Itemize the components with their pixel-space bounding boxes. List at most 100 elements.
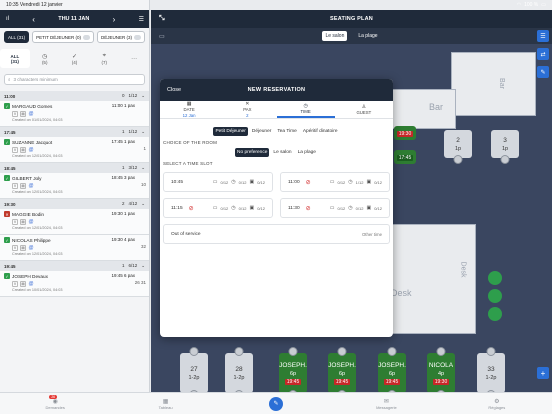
table-27[interactable]: 27 1-2p bbox=[180, 347, 208, 392]
service-aperitif[interactable]: Apéritif dinatoire bbox=[301, 127, 340, 136]
list-item[interactable]: ✓ MARGAUD Gomes 11:00 1 pax V ▤ @ Created o… bbox=[0, 101, 149, 127]
plant-icon bbox=[488, 271, 502, 285]
new-reservation-modal: Close NEW RESERVATION ▦ DATE 12 Jan ✕ PA… bbox=[160, 79, 393, 337]
nav-center[interactable]: ✎ bbox=[221, 396, 331, 411]
seat-icon bbox=[234, 347, 244, 356]
list-item[interactable]: ✕ MAGGIE Bodin 19:30 1 pax V ▤ @ Created on… bbox=[0, 209, 149, 235]
table-33[interactable]: 33 1-2p bbox=[477, 347, 505, 392]
nav-tableau[interactable]: ▦ Tableau bbox=[110, 398, 220, 410]
status-check-icon[interactable]: ✓ bbox=[4, 175, 10, 181]
clock-icon: ◷ bbox=[348, 179, 353, 185]
room-no-preference[interactable]: No preference bbox=[235, 148, 270, 157]
expand-icon[interactable]: ⤡ bbox=[159, 15, 165, 23]
room-le-salon[interactable]: Le salon bbox=[271, 148, 293, 157]
tab-le-salon[interactable]: Le salon bbox=[322, 31, 348, 41]
filter-arrived[interactable]: ⌖ (7) bbox=[89, 49, 119, 68]
close-button[interactable]: Close bbox=[167, 87, 181, 93]
plant-icon bbox=[488, 307, 502, 321]
time-slot[interactable]: 11:30 ⊘ ▭ 0/12 ◷ 0/12 ▣ 0/12 bbox=[280, 198, 390, 218]
status-check-icon[interactable]: ✓ bbox=[4, 139, 10, 145]
plant-icon bbox=[488, 289, 502, 303]
step-date[interactable]: ▦ DATE 12 Jan bbox=[160, 101, 218, 118]
list-item[interactable]: ✓ JOSEPH Devaux 19:45 6 pax 26 31 V ▤ @ Cre… bbox=[0, 271, 149, 297]
step-guest[interactable]: ♙ GUEST bbox=[335, 101, 393, 118]
edit-icon[interactable]: ✎ bbox=[537, 66, 549, 78]
list-item[interactable]: ✓ SUZANNE Jacquot 17:45 1 pax 1 V ▤ @ Creat… bbox=[0, 137, 149, 163]
list-item[interactable]: ✓ NICOLAS Philippe 19:30 4 pax 32 V ▤ @ Cre… bbox=[0, 235, 149, 261]
time-slot[interactable]: 11:00 ⊘ ▭ 0/12 ◷ 1/12 ▣ 0/12 bbox=[280, 172, 390, 192]
prev-day-button[interactable]: ‹ bbox=[32, 15, 35, 24]
time-group-header[interactable]: 19:30 2 4/12 ⌄ bbox=[0, 199, 149, 209]
seat-icon: ▣ bbox=[366, 205, 372, 211]
nav-reglages[interactable]: ⚙ Réglages bbox=[442, 398, 552, 410]
table-icon: ▭ bbox=[329, 179, 335, 185]
modal-header: Close NEW RESERVATION bbox=[160, 79, 393, 101]
chevron-down-icon: ⌄ bbox=[141, 93, 145, 98]
note-icon: ▤ bbox=[20, 219, 26, 225]
desk-label: Desk bbox=[391, 288, 412, 298]
filter-waiting[interactable]: ◷ (5) bbox=[30, 49, 60, 68]
list-item[interactable]: ✓ GILBERT Joly 18:45 3 pax 10 V ▤ @ Created… bbox=[0, 173, 149, 199]
bar-seat-occupied[interactable]: 19:30 bbox=[394, 126, 416, 140]
table-2[interactable]: 2 1p bbox=[444, 130, 472, 164]
service-selector: Petit Déjeuner Déjeuner Tea Time Apériti… bbox=[160, 127, 393, 136]
out-of-service-row[interactable]: Out of service Other time bbox=[163, 224, 390, 244]
menu-icon[interactable]: ☰ bbox=[537, 30, 549, 42]
swap-icon[interactable]: ⇄ bbox=[537, 48, 549, 60]
layout-icon[interactable]: ▭ bbox=[159, 33, 165, 40]
chip-petit-dejeuner[interactable]: PETIT DÉJEUNER (0) bbox=[32, 31, 95, 43]
room-tabs: ▭ Le salon La plage bbox=[151, 28, 552, 44]
table-joseph-2[interactable]: JOSEPH. 6p 19:45 bbox=[328, 347, 356, 392]
filter-confirmed[interactable]: ✓ (4) bbox=[60, 49, 90, 68]
chip-dejeuner[interactable]: DÉJEUNER (3) bbox=[97, 31, 146, 43]
current-date: THU 11 JAN bbox=[58, 16, 90, 22]
filter-all[interactable]: ALL (31) bbox=[0, 49, 30, 68]
add-reservation-button[interactable]: + bbox=[537, 367, 549, 379]
table-28[interactable]: 28 1-2p bbox=[225, 347, 253, 392]
status-check-icon[interactable]: ✓ bbox=[4, 103, 10, 109]
service-dejeuner[interactable]: Déjeuner bbox=[250, 127, 273, 136]
note-icon: ▤ bbox=[20, 245, 26, 251]
time-group-header[interactable]: 18:45 1 3/12 ⌄ bbox=[0, 163, 149, 173]
step-pax[interactable]: ✕ PAX 2 bbox=[218, 101, 276, 118]
notification-badge: 26 bbox=[49, 394, 58, 399]
nav-messagerie[interactable]: ✉ Messagerie bbox=[331, 398, 441, 410]
tab-la-plage[interactable]: La plage bbox=[355, 31, 380, 41]
note-icon: ▤ bbox=[20, 183, 26, 189]
other-time-link[interactable]: Other time bbox=[362, 232, 382, 237]
stats-icon[interactable]: ıl bbox=[6, 16, 9, 22]
time-group-header[interactable]: 11:00 0 1/12 ⌄ bbox=[0, 91, 149, 101]
bar-seat-occupied[interactable]: 17:45 bbox=[394, 150, 416, 164]
table-3[interactable]: 3 1p bbox=[491, 130, 519, 164]
note-icon: ▤ bbox=[20, 111, 26, 117]
table-nicolas[interactable]: NICOLA 4p 19:30 bbox=[427, 347, 455, 392]
search-input[interactable]: ⌕ 3 characters minimum bbox=[4, 74, 145, 85]
filter-more[interactable]: ··· bbox=[119, 49, 149, 68]
time-group-header[interactable]: 17:45 1 1/12 ⌄ bbox=[0, 127, 149, 137]
nav-demandes[interactable]: 26 ◉ Demandes bbox=[0, 394, 110, 410]
chip-all[interactable]: ALL (31) bbox=[4, 31, 30, 43]
room-la-plage[interactable]: La plage bbox=[296, 148, 318, 157]
clock-icon: ◷ bbox=[42, 53, 48, 60]
next-day-button[interactable]: › bbox=[113, 15, 116, 24]
time-group-header[interactable]: 19:45 1 6/12 ⌄ bbox=[0, 261, 149, 271]
table-joseph-3[interactable]: JOSEPH. 6p 19:45 bbox=[378, 347, 406, 392]
service-petit-dejeuner[interactable]: Petit Déjeuner bbox=[213, 127, 248, 136]
table-joseph-1[interactable]: JOSEPH. 6p 19:45 bbox=[279, 347, 307, 392]
chevron-down-icon: ⌄ bbox=[141, 129, 145, 134]
bar-label: Bar bbox=[429, 102, 444, 112]
seating-plan-header: ⤡ SEATING PLAN bbox=[151, 10, 552, 28]
time-slot[interactable]: 11:15 ⊘ ▭ 0/12 ◷ 0/12 ▣ 0/12 bbox=[163, 198, 273, 218]
status-check-icon[interactable]: ✓ bbox=[4, 273, 10, 279]
seat-icon bbox=[486, 347, 496, 356]
seat-icon: ▣ bbox=[249, 205, 255, 211]
vip-icon: V bbox=[12, 147, 18, 153]
cancel-status-icon[interactable]: ✕ bbox=[4, 211, 10, 217]
list-view-icon[interactable]: ☰ bbox=[139, 16, 144, 23]
step-time[interactable]: ◷ TIME bbox=[276, 101, 335, 118]
status-check-icon[interactable]: ✓ bbox=[4, 237, 10, 243]
bottom-navigation: 26 ◉ Demandes ▦ Tableau ✎ ✉ Messagerie ⚙… bbox=[0, 392, 552, 414]
time-slot[interactable]: 10:45 ▭ 0/12 ◷ 0/12 ▣ 0/12 bbox=[163, 172, 273, 192]
service-tea-time[interactable]: Tea Time bbox=[275, 127, 298, 136]
status-indicators: ◠ 100 % ▭ bbox=[517, 2, 546, 8]
